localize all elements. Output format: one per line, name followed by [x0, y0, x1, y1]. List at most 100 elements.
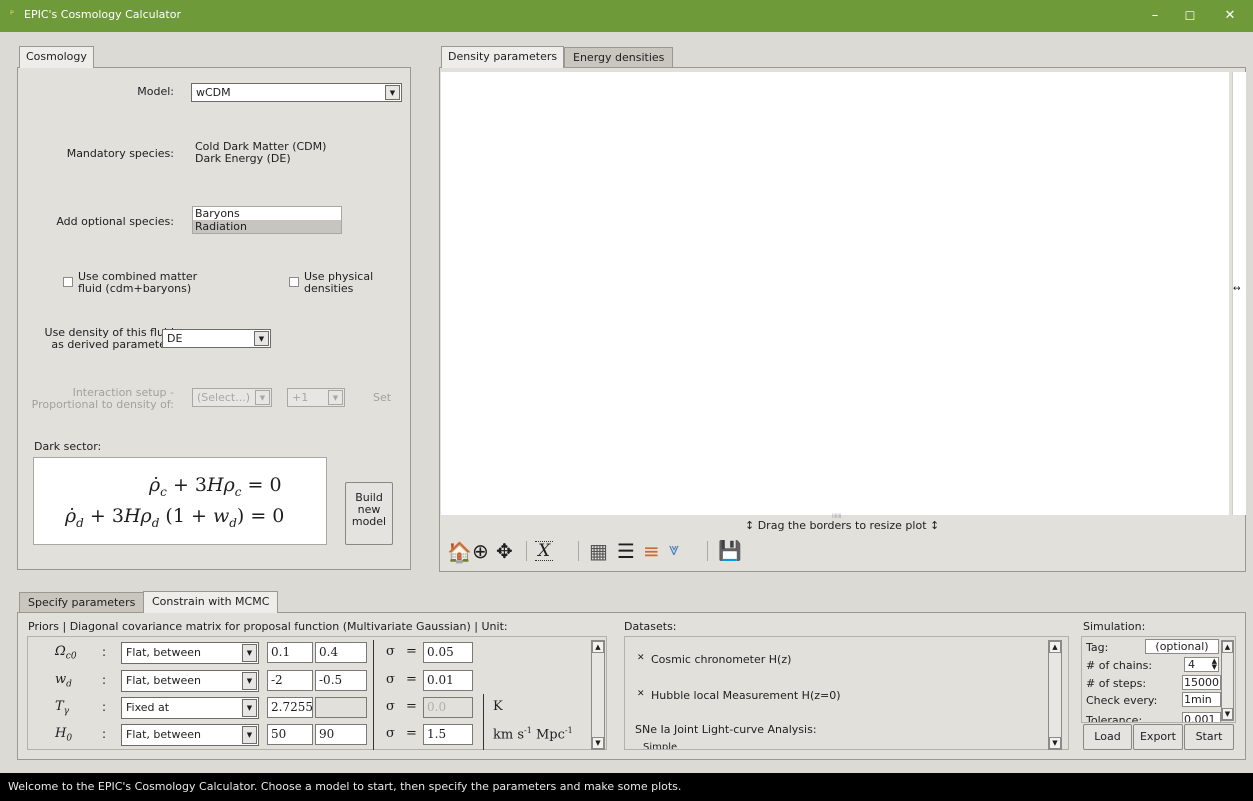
axis-scale-icon[interactable]: X	[535, 541, 554, 561]
title-bar: ᴾ EPIC's Cosmology Calculator – ☐ ✕	[0, 0, 1253, 32]
scroll-down-icon[interactable]: ▼	[1049, 737, 1061, 749]
simulation-header: Simulation:	[1083, 620, 1146, 633]
sigma-input[interactable]: 0.01	[423, 670, 473, 691]
close-button[interactable]: ✕	[1213, 4, 1247, 28]
prior-max-input[interactable]: -0.5	[315, 670, 367, 691]
simulation-settings: Tag: (optional) # of chains: 4 ▲ ▼ # of s…	[1081, 636, 1236, 723]
prior-type-select[interactable]: Flat, between ▼	[121, 670, 259, 692]
cdm-equation: ρ̇c + 3Hρc = 0	[149, 474, 282, 499]
tab-cosmology[interactable]: Cosmology	[19, 46, 94, 68]
chevron-down-icon: ▼	[328, 390, 343, 405]
start-button[interactable]: Start	[1184, 724, 1234, 750]
tag-input[interactable]: (optional)	[1145, 639, 1219, 654]
prior-min-input[interactable]: 0.1	[267, 642, 313, 663]
scroll-up-icon[interactable]: ▲	[1049, 641, 1061, 653]
model-select[interactable]: wCDM ▼	[191, 83, 402, 102]
list-item-radiation[interactable]: Radiation	[193, 220, 341, 233]
legend-icon[interactable]: ≡	[643, 539, 660, 563]
tab-density-parameters[interactable]: Density parameters	[441, 46, 565, 68]
scroll-up-icon[interactable]: ▲	[592, 641, 604, 653]
prior-max-input[interactable]	[315, 697, 367, 718]
toolbar-divider	[578, 541, 579, 561]
param-symbol: Ωc0	[55, 644, 77, 662]
datasets-scrollbar[interactable]: ▲ ▼	[1048, 640, 1062, 750]
chains-input[interactable]: 4 ▲ ▼	[1184, 657, 1219, 672]
window-title: EPIC's Cosmology Calculator	[24, 8, 181, 21]
prior-type-select[interactable]: Flat, between ▼	[121, 724, 259, 746]
check-every-input[interactable]: 1min	[1182, 692, 1221, 707]
scroll-up-icon[interactable]: ▲	[1222, 641, 1233, 653]
export-button[interactable]: Export	[1133, 724, 1183, 750]
lines-icon[interactable]: ☰	[617, 539, 635, 563]
simulation-scrollbar[interactable]: ▲ ▼	[1221, 640, 1234, 721]
dark-sector-label: Dark sector:	[34, 440, 102, 453]
maximize-button[interactable]: ☐	[1173, 4, 1207, 28]
interaction-sign-select[interactable]: +1 ▼	[287, 388, 345, 407]
priors-scrollbar[interactable]: ▲ ▼	[591, 640, 605, 750]
load-button[interactable]: Load	[1083, 724, 1132, 750]
scroll-down-icon[interactable]: ▼	[1222, 708, 1233, 720]
prior-min-input[interactable]: 50	[267, 724, 313, 745]
datasets-header: Datasets:	[624, 620, 677, 633]
steps-label: # of steps:	[1086, 677, 1147, 690]
steps-input[interactable]: 15000	[1182, 675, 1221, 690]
chevron-down-icon: ▼	[255, 390, 270, 405]
scroll-down-icon[interactable]: ▼	[592, 737, 604, 749]
sigma-symbol: σ	[386, 644, 395, 659]
plot-resize-grip[interactable]: |||||||	[832, 513, 841, 518]
list-item-baryons[interactable]: Baryons	[193, 207, 341, 220]
sigma-input[interactable]: 0.0	[423, 697, 473, 718]
minimize-button[interactable]: –	[1138, 4, 1172, 28]
prior-min-input[interactable]: 2.7255	[267, 697, 313, 718]
prior-type-select[interactable]: Flat, between ▼	[121, 642, 259, 664]
interaction-fluid-select[interactable]: (Select...) ▼	[192, 388, 272, 407]
chains-value: 4	[1188, 658, 1195, 671]
build-model-label-3: model	[351, 515, 387, 528]
sigma-input[interactable]: 0.05	[423, 642, 473, 663]
filter-icon[interactable]: ⩔	[669, 539, 679, 560]
grid-icon[interactable]: ▦	[589, 539, 608, 563]
prior-type-value: Flat, between	[126, 646, 201, 659]
param-symbol: Tγ	[55, 699, 70, 717]
prior-max-input[interactable]: 90	[315, 724, 367, 745]
sigma-input[interactable]: 1.5	[423, 724, 473, 745]
dark-sector-equations: ρ̇c + 3Hρc = 0 ρ̇d + 3Hρd (1 + wd) = 0	[33, 457, 327, 545]
tab-specify-parameters[interactable]: Specify parameters	[19, 592, 145, 613]
horizontal-resize-handle[interactable]: ↔	[1233, 284, 1241, 294]
prior-type-select[interactable]: Fixed at ▼	[121, 697, 259, 719]
chevron-down-icon: ▼	[254, 331, 269, 346]
derived-parameter-select[interactable]: DE ▼	[162, 329, 271, 348]
dataset-checkbox-hubble[interactable]: ✕	[637, 689, 645, 699]
sigma-equals: =	[406, 699, 417, 714]
sigma-equals: =	[406, 672, 417, 687]
home-icon[interactable]: 🏠	[447, 540, 472, 564]
tab-energy-densities[interactable]: Energy densities	[564, 47, 674, 68]
combined-fluid-label-2: fluid (cdm+baryons)	[78, 282, 192, 295]
combined-fluid-checkbox[interactable]	[63, 277, 73, 287]
sne-option-simple[interactable]: Simple	[643, 742, 677, 749]
prior-type-value: Fixed at	[126, 701, 170, 714]
tolerance-input[interactable]: 0.001	[1182, 712, 1221, 722]
tab-constrain-mcmc[interactable]: Constrain with MCMC	[143, 591, 279, 613]
resize-hint: ↕ Drag the borders to resize plot ↕	[745, 519, 940, 532]
plot-canvas[interactable]	[441, 72, 1229, 515]
chevron-down-icon: ▼	[385, 85, 400, 100]
prior-min-input[interactable]: -2	[267, 670, 313, 691]
dataset-checkbox-cc[interactable]: ✕	[637, 653, 645, 663]
toolbar-divider	[707, 541, 708, 561]
optional-species-list: Baryons Radiation	[192, 206, 342, 234]
pan-icon[interactable]: ✥	[496, 539, 513, 563]
model-label: Model:	[137, 85, 174, 98]
save-icon[interactable]: 💾	[718, 539, 742, 562]
param-unit: km s-1 Mpc-1	[493, 726, 573, 743]
interaction-set-button[interactable]: Set	[373, 391, 391, 404]
chevron-down-icon: ▼	[242, 726, 257, 744]
physical-densities-checkbox[interactable]	[289, 277, 299, 287]
sigma-symbol: σ	[386, 672, 395, 687]
sigma-symbol: σ	[386, 726, 395, 741]
build-model-button[interactable]: Build new model	[345, 482, 393, 545]
zoom-icon[interactable]: ⊕	[472, 539, 489, 563]
mandatory-species-de: Dark Energy (DE)	[195, 152, 291, 165]
prior-max-input[interactable]: 0.4	[315, 642, 367, 663]
stepper-icon[interactable]: ▲ ▼	[1212, 658, 1217, 671]
